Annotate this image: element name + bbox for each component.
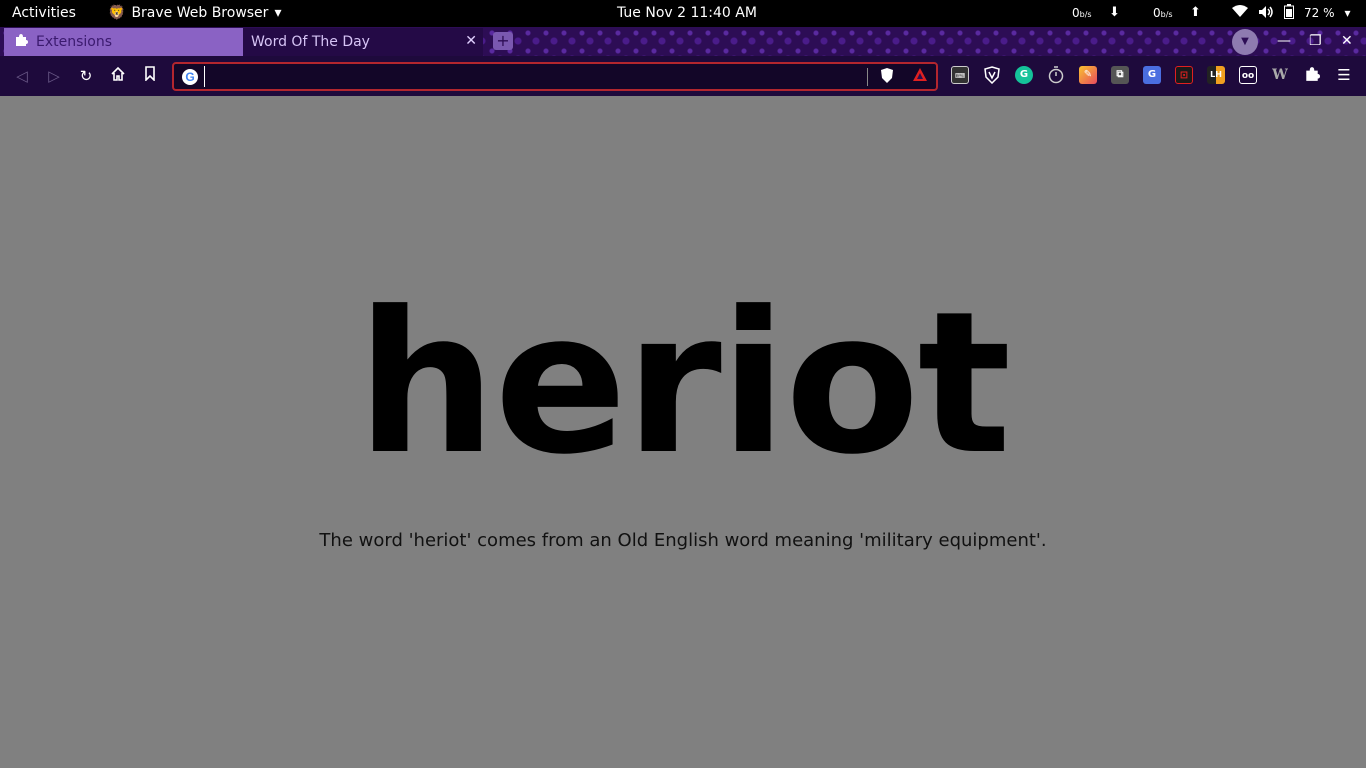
battery-percentage: 72 %	[1304, 6, 1335, 20]
menu-icon[interactable]: ☰	[1335, 66, 1353, 84]
color-picker-icon[interactable]: ✎	[1079, 66, 1097, 84]
extensions-puzzle-icon[interactable]	[1303, 66, 1321, 84]
download-arrow-icon: ⬇	[1109, 5, 1120, 20]
close-window-icon[interactable]: ✕	[1341, 33, 1353, 49]
upload-arrow-icon: ⬆	[1190, 5, 1201, 20]
tab-title: Word Of The Day	[251, 34, 370, 50]
bookmark-icon[interactable]	[140, 66, 160, 86]
keyboard-shortcuts-icon[interactable]: ⌨	[951, 66, 969, 84]
google-icon: G	[182, 69, 198, 85]
pdf-extension-icon[interactable]: ⊡	[1175, 66, 1193, 84]
grammarly-icon[interactable]: G	[1015, 66, 1033, 84]
chevron-down-icon: ▾	[274, 5, 282, 21]
w-extension-icon[interactable]: W	[1271, 66, 1289, 84]
minimize-icon[interactable]: —	[1277, 33, 1291, 49]
net-upload-speed: 0b/s	[1153, 6, 1173, 20]
timer-icon[interactable]	[1047, 66, 1065, 84]
restore-icon[interactable]: ❐	[1309, 33, 1322, 49]
address-bar[interactable]: G	[172, 62, 938, 91]
net-download-speed: 0b/s	[1072, 6, 1092, 20]
lh-extension-icon[interactable]: LH	[1207, 66, 1225, 84]
brave-lion-icon: 🦁	[108, 5, 126, 21]
system-menu[interactable]: 72 % ▾	[1232, 4, 1351, 22]
tab-extensions[interactable]: Extensions	[4, 28, 243, 56]
page-content: heriot The word 'heriot' comes from an O…	[0, 96, 1366, 768]
activities-button[interactable]: Activities	[12, 5, 76, 21]
forward-icon[interactable]: ▷	[44, 66, 64, 86]
volume-icon	[1258, 5, 1274, 22]
app-menu[interactable]: 🦁 Brave Web Browser ▾	[108, 5, 281, 21]
back-icon[interactable]: ◁	[12, 66, 32, 86]
tab-strip: Extensions Word Of The Day ✕ + ▼ — ❐ ✕	[0, 27, 1366, 56]
new-tab-button[interactable]: +	[493, 32, 513, 50]
divider	[867, 68, 868, 86]
wifi-icon	[1232, 5, 1248, 21]
word-of-the-day: heriot	[356, 270, 1012, 498]
reload-icon[interactable]: ↻	[76, 66, 96, 86]
shield-extension-icon[interactable]	[983, 66, 1001, 85]
browser-toolbar: ◁ ▷ ↻ G ⌨ G ✎ ⧉ G ⊡ LH oo W ☰	[0, 56, 1366, 96]
word-etymology-text: The word 'heriot' comes from an Old Engl…	[319, 530, 1047, 551]
clock[interactable]: Tue Nov 2 11:40 AM	[617, 5, 757, 21]
reader-extension-icon[interactable]: oo	[1239, 66, 1257, 84]
system-top-bar: Activities 🦁 Brave Web Browser ▾ Tue Nov…	[0, 0, 1366, 27]
profile-menu-icon[interactable]: ▼	[1232, 29, 1258, 55]
brave-rewards-icon[interactable]	[912, 67, 928, 86]
chevron-down-icon: ▾	[1344, 6, 1351, 20]
battery-icon	[1284, 4, 1294, 22]
home-icon[interactable]	[108, 66, 128, 86]
google-translate-icon[interactable]: G	[1143, 66, 1161, 84]
puzzle-icon	[14, 33, 28, 51]
brave-shields-icon[interactable]	[879, 67, 895, 86]
address-input[interactable]	[204, 66, 854, 87]
tab-title: Extensions	[36, 34, 113, 50]
copy-extension-icon[interactable]: ⧉	[1111, 66, 1129, 84]
app-menu-label: Brave Web Browser	[131, 5, 269, 21]
tab-word-of-the-day[interactable]: Word Of The Day ✕	[243, 28, 483, 56]
close-icon[interactable]: ✕	[465, 33, 477, 49]
